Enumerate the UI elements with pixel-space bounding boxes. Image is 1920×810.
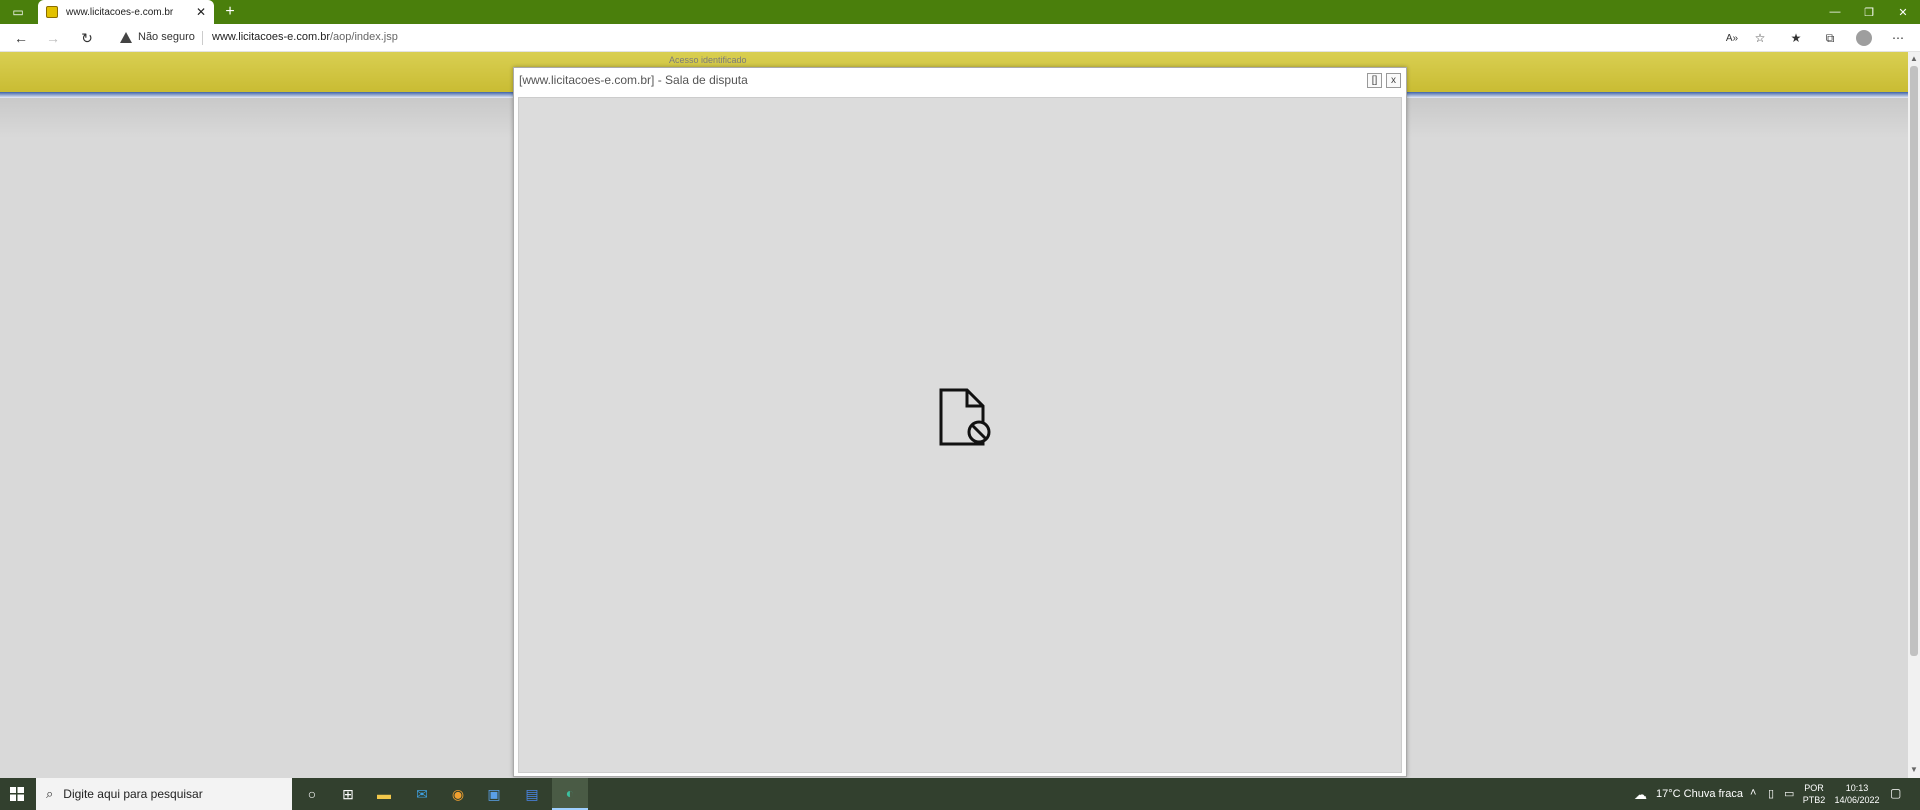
scroll-thumb[interactable]	[1910, 66, 1918, 656]
battery-icon[interactable]: ▯	[1768, 787, 1774, 800]
restore-button[interactable]: ❐	[1852, 0, 1886, 24]
blocked-document-icon	[939, 388, 991, 446]
new-tab-button[interactable]: +	[220, 2, 240, 22]
edge-icon[interactable]: ◐	[552, 778, 588, 810]
acesso-identificado-label: Acesso identificado	[669, 55, 747, 65]
modal-close-button[interactable]: x	[1386, 73, 1401, 88]
firefox-icon[interactable]: ◉	[440, 778, 476, 810]
tab-title: www.licitacoes-e.com.br	[66, 6, 174, 18]
sala-de-disputa-window: [www.licitacoes-e.com.br] - Sala de disp…	[513, 67, 1407, 777]
refresh-icon[interactable]: ↻	[76, 28, 98, 48]
warning-icon	[120, 31, 132, 43]
task-view-icon[interactable]: ⊞	[330, 778, 366, 810]
browser-tab[interactable]: www.licitacoes-e.com.br ✕	[38, 0, 214, 24]
modal-maximize-button[interactable]: []	[1367, 73, 1382, 88]
window-close-button[interactable]: ✕	[1886, 0, 1920, 24]
minimize-button[interactable]: —	[1818, 0, 1852, 24]
security-indicator[interactable]: Não seguro	[120, 31, 195, 43]
notifications-icon[interactable]: ▢	[1890, 786, 1901, 800]
search-icon: ⌕	[46, 786, 54, 801]
browser-tabstrip: ▭ www.licitacoes-e.com.br ✕ + — ❐ ✕	[0, 0, 1920, 24]
tray-expand-icon[interactable]: ˄	[1750, 787, 1756, 799]
more-options-icon[interactable]: ⋯	[1888, 29, 1908, 47]
file-explorer-icon[interactable]: ▬	[366, 778, 402, 810]
scroll-down-icon[interactable]: ▼	[1908, 765, 1920, 775]
favorites-icon[interactable]: ★	[1786, 29, 1806, 47]
clock[interactable]: 10:13 14/06/2022	[1830, 782, 1884, 806]
weather-cloud-icon: ☁	[1634, 787, 1647, 802]
url-path: /aop/index.jsp	[329, 31, 398, 43]
add-favorite-icon[interactable]: ☆	[1750, 29, 1770, 47]
document-icon[interactable]: ▤	[514, 778, 550, 810]
modal-iframe-content	[518, 97, 1402, 773]
security-label: Não seguro	[138, 31, 195, 43]
back-arrow-icon[interactable]: ←	[10, 28, 32, 48]
scroll-up-icon[interactable]: ▲	[1908, 54, 1920, 64]
address-separator	[202, 31, 203, 45]
language-indicator[interactable]: POR PTB2	[1800, 782, 1828, 806]
address-bar[interactable]: www.licitacoes-e.com.br/aop/index.jsp	[212, 31, 398, 43]
search-placeholder: Digite aqui para pesquisar	[63, 787, 203, 801]
read-aloud-icon[interactable]: A»	[1722, 29, 1742, 47]
tab-close-icon[interactable]: ✕	[196, 5, 206, 19]
profile-avatar-icon[interactable]	[1856, 30, 1872, 46]
url-host: www.licitacoes-e.com.br	[212, 31, 330, 43]
language-code: POR	[1804, 783, 1824, 793]
browser-toolbar: ← → ↻ Não seguro www.licitacoes-e.com.br…	[0, 24, 1920, 52]
windows-taskbar: ⌕ Digite aqui para pesquisar ○ ⊞ ▬ ✉ ◉ ▣…	[0, 778, 1920, 810]
tab-actions-icon[interactable]: ▭	[6, 3, 30, 21]
taskbar-search[interactable]: ⌕ Digite aqui para pesquisar	[36, 778, 292, 810]
windows-logo-icon	[10, 787, 24, 801]
site-favicon-icon	[46, 6, 58, 18]
weather-text[interactable]: 17°C Chuva fraca	[1656, 788, 1743, 800]
collections-icon[interactable]: ⧉	[1820, 29, 1840, 47]
clock-date: 14/06/2022	[1834, 795, 1880, 805]
clock-time: 10:13	[1845, 783, 1869, 793]
network-icon[interactable]: ▭	[1784, 787, 1794, 800]
start-button[interactable]	[0, 778, 34, 810]
cortana-icon[interactable]: ○	[294, 778, 330, 810]
modal-title: [www.licitacoes-e.com.br] - Sala de disp…	[519, 73, 748, 87]
keyboard-layout: PTB2	[1802, 795, 1826, 805]
forward-arrow-icon[interactable]: →	[42, 28, 64, 48]
app-icon[interactable]: ▣	[476, 778, 512, 810]
mail-icon[interactable]: ✉	[404, 778, 440, 810]
